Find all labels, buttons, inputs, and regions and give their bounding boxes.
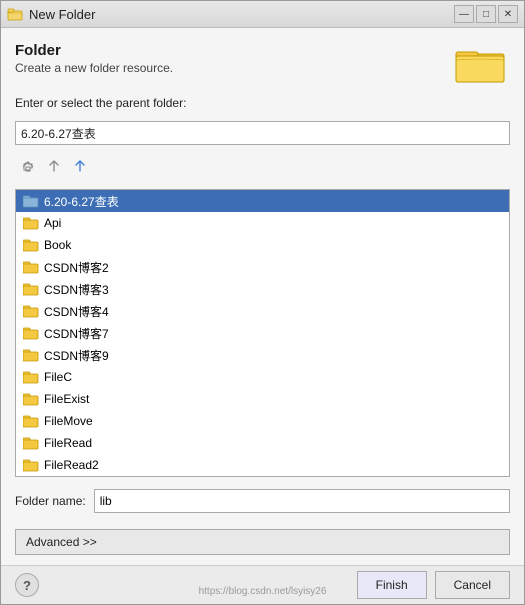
tree-item-label: CSDN博客7 — [44, 325, 109, 342]
title-bar-left: New Folder — [7, 6, 95, 22]
tree-item-label: CSDN博客3 — [44, 281, 109, 298]
tree-item[interactable]: 6.20-6.27查表 — [16, 190, 509, 212]
tree-toolbar — [15, 153, 510, 181]
folder-item-icon — [22, 413, 40, 429]
tree-item-label: FileC — [44, 370, 72, 384]
title-bar: New Folder — □ ✕ — [1, 1, 524, 28]
back-button[interactable] — [17, 156, 39, 178]
folder-item-icon — [22, 281, 40, 297]
tree-item-label: CSDN博客9 — [44, 347, 109, 364]
folder-name-row: Folder name: — [15, 489, 510, 513]
tree-item-label: Book — [44, 238, 71, 252]
maximize-button[interactable]: □ — [476, 5, 496, 23]
minimize-button[interactable]: — — [454, 5, 474, 23]
folder-tree[interactable]: 6.20-6.27查表 Api Book CSDN博客2 CSDN博客3 CSDN博客4 C… — [15, 189, 510, 477]
tree-item[interactable]: FileRead — [16, 432, 509, 454]
cancel-button[interactable]: Cancel — [435, 571, 510, 599]
tree-item-label: FileExist — [44, 392, 89, 406]
tree-item[interactable]: FileRead2 — [16, 454, 509, 476]
folder-item-icon — [22, 369, 40, 385]
tree-item[interactable]: FileMove — [16, 410, 509, 432]
tree-item-label: FileRead — [44, 436, 92, 450]
footer-right: Finish Cancel — [357, 571, 510, 599]
back-icon — [21, 160, 35, 174]
tree-item[interactable]: FileExist — [16, 388, 509, 410]
title-bar-controls: — □ ✕ — [454, 5, 518, 23]
tree-item-label: CSDN博客2 — [44, 259, 109, 276]
advanced-button[interactable]: Advanced >> — [15, 529, 510, 555]
new-folder-dialog: New Folder — □ ✕ Folder Create a new fol… — [0, 0, 525, 605]
parent-folder-input[interactable] — [15, 121, 510, 145]
folder-item-icon — [22, 325, 40, 341]
up-icon — [47, 160, 61, 174]
tree-item[interactable]: CSDN博客4 — [16, 300, 509, 322]
tree-item[interactable]: Api — [16, 212, 509, 234]
section-header: Folder Create a new folder resource. — [15, 42, 510, 86]
forward-icon — [73, 160, 87, 174]
close-button[interactable]: ✕ — [498, 5, 518, 23]
parent-folder-label: Enter or select the parent folder: — [15, 96, 510, 110]
folder-name-input[interactable] — [94, 489, 510, 513]
watermark: https://blog.csdn.net/lsyisy26 — [199, 584, 327, 599]
dialog-title: New Folder — [29, 7, 95, 22]
dialog-footer: ? https://blog.csdn.net/lsyisy26 Finish … — [1, 565, 524, 604]
folder-item-icon — [22, 391, 40, 407]
folder-item-icon — [22, 193, 40, 209]
tree-item[interactable]: CSDN博客2 — [16, 256, 509, 278]
tree-item-label: CSDN博客4 — [44, 303, 109, 320]
folder-item-icon — [22, 303, 40, 319]
folder-item-icon — [22, 457, 40, 473]
folder-large-icon — [454, 42, 506, 86]
dialog-icon — [7, 6, 23, 22]
folder-name-label: Folder name: — [15, 494, 86, 508]
help-button[interactable]: ? — [15, 573, 39, 597]
tree-item-label: 6.20-6.27查表 — [44, 193, 119, 210]
folder-item-icon — [22, 347, 40, 363]
tree-item-label: Api — [44, 216, 61, 230]
tree-item[interactable]: Book — [16, 234, 509, 256]
section-title: Folder — [15, 42, 173, 59]
folder-item-icon — [22, 215, 40, 231]
footer-left: ? — [15, 573, 39, 597]
tree-item-label: FileMove — [44, 414, 93, 428]
section-subtitle: Create a new folder resource. — [15, 61, 173, 75]
forward-button[interactable] — [69, 156, 91, 178]
finish-button[interactable]: Finish — [357, 571, 427, 599]
dialog-body: Folder Create a new folder resource. Ent… — [1, 28, 524, 555]
tree-item-label: FileRead2 — [44, 458, 99, 472]
tree-item[interactable]: FileC — [16, 366, 509, 388]
folder-item-icon — [22, 259, 40, 275]
tree-item[interactable]: CSDN博客7 — [16, 322, 509, 344]
up-button[interactable] — [43, 156, 65, 178]
section-title-area: Folder Create a new folder resource. — [15, 42, 173, 75]
tree-item[interactable]: CSDN博客3 — [16, 278, 509, 300]
folder-item-icon — [22, 435, 40, 451]
folder-item-icon — [22, 237, 40, 253]
tree-item[interactable]: CSDN博客9 — [16, 344, 509, 366]
